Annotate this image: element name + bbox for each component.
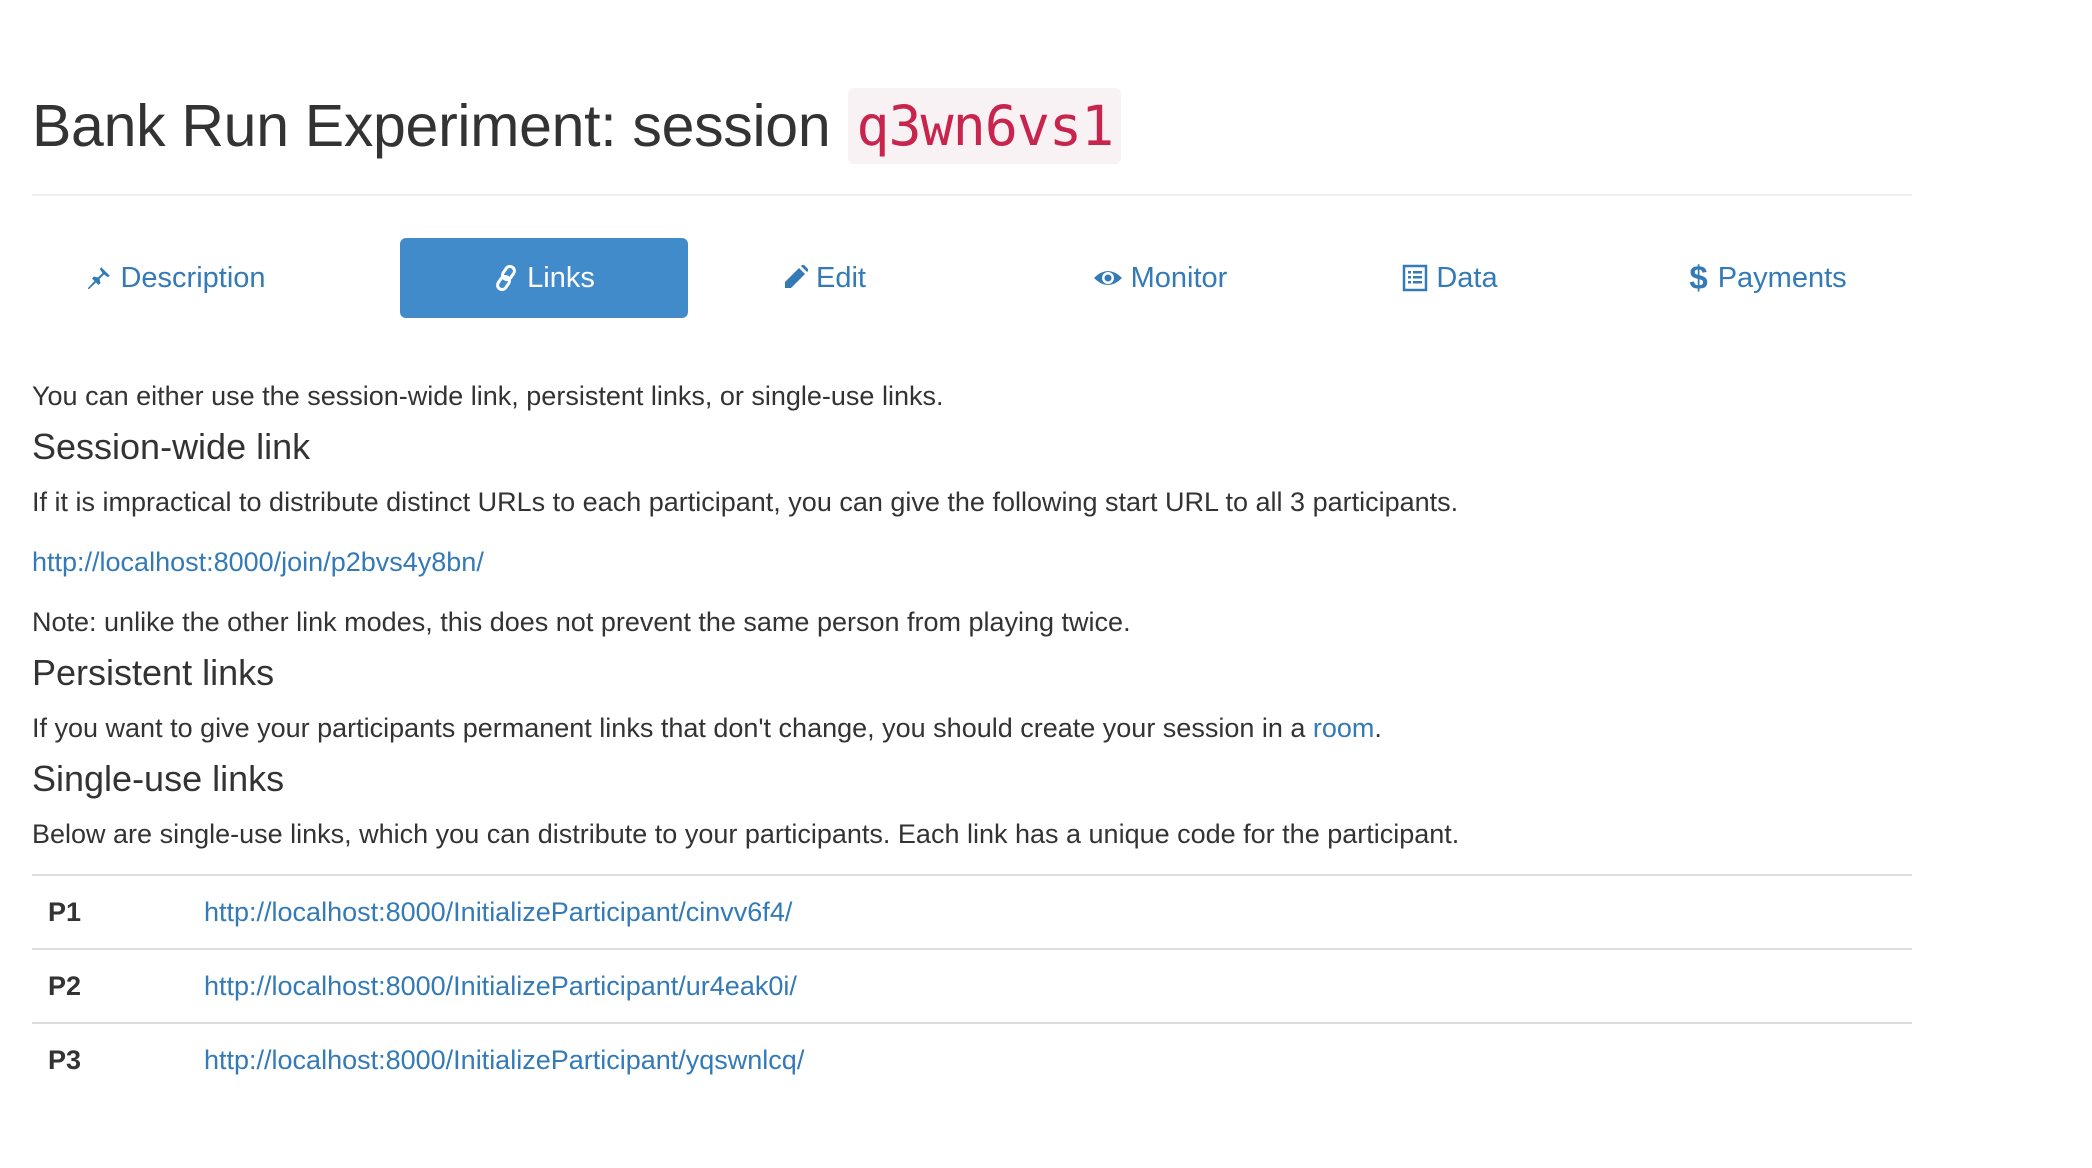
persistent-heading: Persistent links xyxy=(32,652,275,693)
session-nav-tabs: Description Links Edit Monitor Data $ Pa… xyxy=(32,238,1912,318)
single-use-description: Below are single-use links, which you ca… xyxy=(32,819,1460,849)
participant-label: P2 xyxy=(32,948,204,1023)
page-header: Bank Run Experiment: session q3wn6vs1 xyxy=(32,0,1912,196)
session-wide-note: Note: unlike the other link modes, this … xyxy=(32,607,1131,637)
table-row: P2 http://localhost:8000/InitializeParti… xyxy=(32,948,1912,1023)
main-container: Bank Run Experiment: session q3wn6vs1 De… xyxy=(32,0,1912,1096)
tab-payments[interactable]: $ Payments xyxy=(1624,238,1912,318)
link-icon xyxy=(493,264,519,292)
tab-edit[interactable]: Edit xyxy=(680,238,968,318)
tab-payments-label: Payments xyxy=(1717,261,1847,294)
tab-data-label: Data xyxy=(1436,261,1498,294)
page-title-text: Bank Run Experiment: session xyxy=(32,93,831,159)
persistent-description: If you want to give your participants pe… xyxy=(32,710,1912,746)
tab-links[interactable]: Links xyxy=(400,238,688,318)
dollar-icon: $ xyxy=(1689,259,1708,296)
session-wide-url-link[interactable]: http://localhost:8000/join/p2bvs4y8bn/ xyxy=(32,547,484,577)
tab-monitor[interactable]: Monitor xyxy=(1016,238,1304,318)
room-link[interactable]: room xyxy=(1313,713,1375,743)
participant-link-cell: http://localhost:8000/InitializeParticip… xyxy=(204,874,1912,949)
list-alt-icon xyxy=(1402,264,1428,292)
tab-edit-label: Edit xyxy=(816,261,866,294)
participant-link[interactable]: http://localhost:8000/InitializeParticip… xyxy=(204,1045,804,1075)
tab-description[interactable]: Description xyxy=(32,238,320,318)
table-row: P1 http://localhost:8000/InitializeParti… xyxy=(32,874,1912,949)
pushpin-icon xyxy=(86,265,112,291)
tab-links-label: Links xyxy=(527,261,595,294)
single-use-heading: Single-use links xyxy=(32,758,285,799)
page-title: Bank Run Experiment: session xyxy=(32,88,831,164)
participant-link[interactable]: http://localhost:8000/InitializeParticip… xyxy=(204,971,797,1001)
single-use-links-table: P1 http://localhost:8000/InitializeParti… xyxy=(32,874,1912,1096)
persistent-text-after: . xyxy=(1374,713,1382,743)
participant-link-cell: http://localhost:8000/InitializeParticip… xyxy=(204,948,1912,1023)
tab-description-label: Description xyxy=(120,261,266,294)
session-wide-description: If it is impractical to distribute disti… xyxy=(32,487,1459,517)
eye-icon xyxy=(1093,266,1123,290)
tab-data[interactable]: Data xyxy=(1306,238,1594,318)
participant-link-cell: http://localhost:8000/InitializeParticip… xyxy=(204,1022,1912,1096)
links-content: You can either use the session-wide link… xyxy=(32,378,1912,1096)
session-code: q3wn6vs1 xyxy=(848,88,1122,164)
participant-label: P1 xyxy=(32,874,204,949)
pencil-icon xyxy=(782,265,808,291)
participant-label: P3 xyxy=(32,1022,204,1096)
intro-text: You can either use the session-wide link… xyxy=(32,381,944,411)
table-row: P3 http://localhost:8000/InitializeParti… xyxy=(32,1022,1912,1096)
participant-link[interactable]: http://localhost:8000/InitializeParticip… xyxy=(204,897,792,927)
tab-monitor-label: Monitor xyxy=(1130,261,1228,294)
persistent-text-before: If you want to give your participants pe… xyxy=(32,713,1313,743)
session-wide-heading: Session-wide link xyxy=(32,426,311,467)
